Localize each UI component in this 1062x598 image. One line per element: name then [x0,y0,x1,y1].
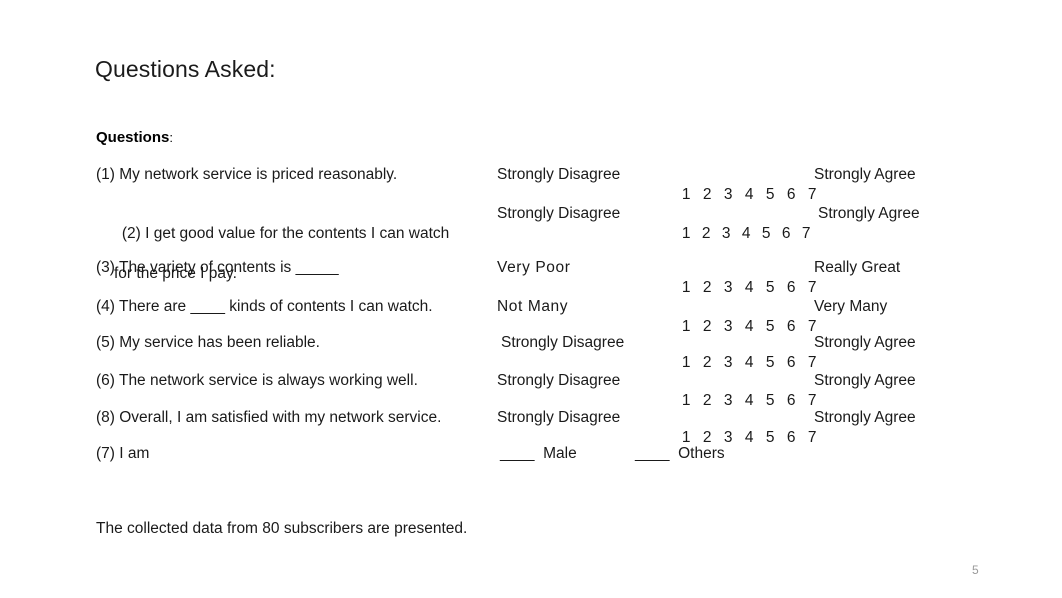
question-text-line1: (2) I get good value for the contents I … [121,225,450,242]
question-text: (4) There are ____ kinds of contents I c… [96,298,433,315]
question-text: (5) My service has been reliable. [96,334,320,351]
scale-number[interactable]: 3 [724,353,745,373]
scale-right-anchor: Really Great [814,259,901,276]
scale-number[interactable]: 4 [745,185,766,205]
scale-number[interactable]: 5 [766,278,787,298]
scale-number[interactable]: 1 [682,278,703,298]
footnote-text: The collected data from 80 subscribers a… [96,520,468,537]
scale-number[interactable]: 3 [724,278,745,298]
question-text: (7) I am [96,445,150,462]
scale-number[interactable]: 6 [787,185,808,205]
scale-number[interactable]: 6 [787,428,808,448]
slide-canvas: Questions Asked: Questions: (1) My netwo… [0,0,1062,598]
scale-number[interactable]: 2 [702,224,722,244]
scale-number[interactable]: 6 [782,224,802,244]
scale-left-anchor: Very Poor [497,259,571,276]
scale-number[interactable]: 4 [745,278,766,298]
scale-number[interactable]: 7 [802,224,822,244]
question-text: (6) The network service is always workin… [96,372,418,389]
scale-right-anchor: Strongly Agree [818,205,920,222]
scale-number[interactable]: 7 [808,278,829,298]
scale-number[interactable]: 3 [724,185,745,205]
scale-number[interactable]: 7 [808,185,829,205]
scale-number[interactable]: 7 [808,428,829,448]
section-heading-label: Questions [96,129,170,146]
scale-left-anchor: Not Many [497,298,569,315]
scale-left-anchor: Strongly Disagree [497,166,621,183]
scale-right-anchor: Strongly Agree [814,334,916,351]
question-text: (8) Overall, I am satisfied with my netw… [96,409,442,426]
scale-number[interactable]: 5 [766,428,787,448]
scale-number[interactable]: 1 [682,353,703,373]
scale-right-anchor: Strongly Agree [814,409,916,426]
scale-numbers[interactable]: 1234567 [656,204,822,264]
scale-right-anchor: Strongly Agree [814,166,916,183]
scale-number[interactable]: 5 [766,353,787,373]
gender-option-male[interactable]: ____ Male [500,444,577,464]
scale-number[interactable]: 2 [703,185,724,205]
question-text: (3) The variety of contents is _____ [96,259,339,276]
scale-number[interactable]: 1 [682,224,702,244]
scale-number[interactable]: 3 [722,224,742,244]
scale-number[interactable]: 3 [724,428,745,448]
scale-number[interactable]: 1 [682,185,703,205]
scale-right-anchor: Very Many [814,298,888,315]
scale-number[interactable]: 5 [762,224,782,244]
scale-left-anchor: Strongly Disagree [501,334,625,351]
scale-number[interactable]: 4 [742,224,762,244]
scale-number[interactable]: 4 [745,428,766,448]
question-text: (1) My network service is priced reasona… [96,166,398,183]
section-heading: Questions: [96,129,173,146]
gender-option-others[interactable]: ____ Others [635,444,725,464]
page-title: Questions Asked: [95,56,276,82]
page-number: 5 [972,563,979,577]
scale-left-anchor: Strongly Disagree [497,372,621,389]
scale-number[interactable]: 2 [703,278,724,298]
scale-number[interactable]: 5 [766,185,787,205]
scale-number[interactable]: 6 [787,278,808,298]
scale-number[interactable]: 2 [703,353,724,373]
scale-number[interactable]: 7 [808,353,829,373]
scale-right-anchor: Strongly Agree [814,372,916,389]
scale-number[interactable]: 4 [745,353,766,373]
scale-left-anchor: Strongly Disagree [497,409,621,426]
scale-number[interactable]: 6 [787,353,808,373]
scale-left-anchor: Strongly Disagree [497,205,621,222]
section-heading-colon: : [169,130,173,145]
